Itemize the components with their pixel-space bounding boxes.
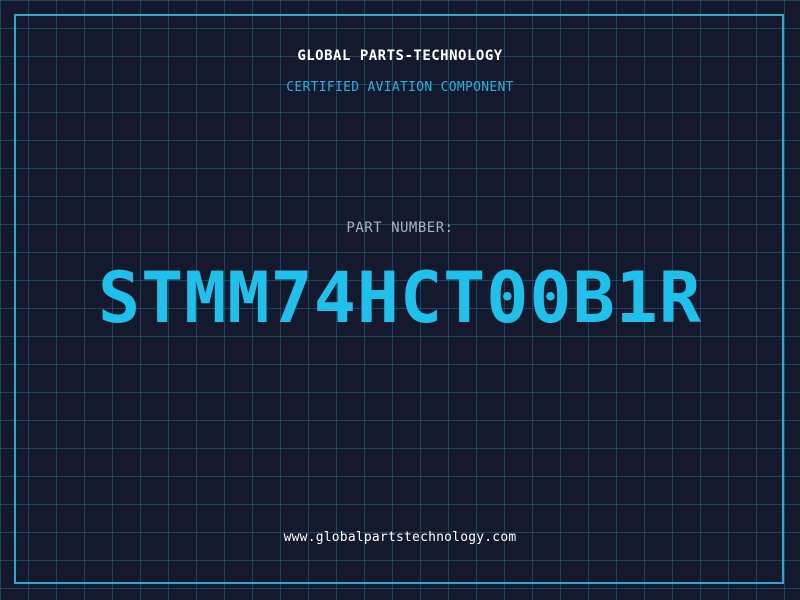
certification-subtitle: CERTIFIED AVIATION COMPONENT (286, 80, 514, 95)
website-url[interactable]: www.globalpartstechnology.com (0, 530, 800, 545)
part-number-label: PART NUMBER: (346, 220, 454, 236)
part-number-value: STMM74HCT00B1R (97, 257, 702, 339)
company-name: GLOBAL PARTS-TECHNOLOGY (297, 48, 503, 64)
